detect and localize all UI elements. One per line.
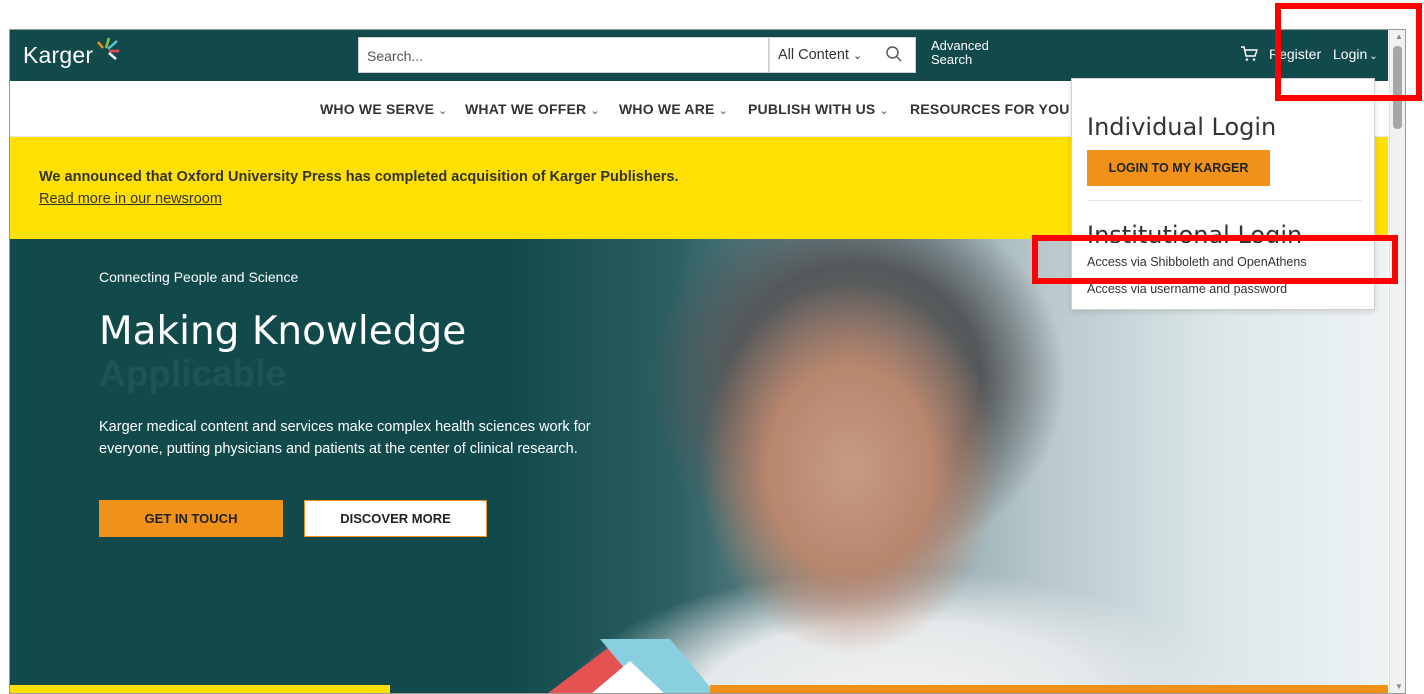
nav-label: WHO WE ARE <box>619 101 715 117</box>
search-input[interactable]: Search... <box>358 37 769 73</box>
divider <box>1087 200 1362 201</box>
get-in-touch-button[interactable]: GET IN TOUCH <box>99 500 283 537</box>
bottom-strip-yellow <box>10 685 390 693</box>
nav-item-resources-for-you[interactable]: RESOURCES FOR YOU <box>910 101 1070 117</box>
scroll-down-arrow-icon[interactable]: ▼ <box>1395 682 1403 691</box>
cart-icon[interactable] <box>1240 46 1258 62</box>
newsroom-link[interactable]: Read more in our newsroom <box>39 191 222 207</box>
nav-label: WHAT WE OFFER <box>465 101 587 117</box>
username-password-link[interactable]: Access via username and password <box>1087 282 1287 296</box>
nav-label: WHO WE SERVE <box>320 101 435 117</box>
advanced-search-link[interactable]: Advanced Search <box>931 39 989 67</box>
login-to-my-karger-button[interactable]: LOGIN TO MY KARGER <box>1087 150 1270 186</box>
search-scope-select[interactable]: All Content ⌄ <box>769 37 916 73</box>
nav-item-who-we-serve[interactable]: WHO WE SERVE ⌄ <box>320 101 448 117</box>
search-icon[interactable] <box>885 45 903 63</box>
scope-value: All Content <box>778 47 849 63</box>
announcement-text: We announced that Oxford University Pres… <box>39 169 679 185</box>
nav-label: RESOURCES FOR YOU <box>910 101 1070 117</box>
karger-logo-mark-icon <box>97 37 119 60</box>
advanced-search-line2: Search <box>931 52 973 67</box>
hero-body: Karger medical content and services make… <box>99 419 591 457</box>
discover-more-button[interactable]: DISCOVER MORE <box>304 500 487 537</box>
chevron-down-icon: ⌄ <box>438 105 448 117</box>
highlight-box-shibboleth <box>1032 235 1398 284</box>
chevron-down-icon: ⌄ <box>879 105 889 117</box>
nav-item-who-we-are[interactable]: WHO WE ARE ⌄ <box>619 101 728 117</box>
individual-login-heading: Individual Login <box>1087 113 1277 141</box>
nav-item-what-we-offer[interactable]: WHAT WE OFFER ⌄ <box>465 101 600 117</box>
chevron-down-icon: ⌄ <box>718 105 729 117</box>
hero-subtitle: Connecting People and Science <box>99 269 299 285</box>
chevron-down-icon: ⌄ <box>852 50 863 62</box>
highlight-box-login <box>1275 3 1422 101</box>
hero-title: Making Knowledge <box>99 309 467 354</box>
advanced-search-line1: Advanced <box>931 38 989 53</box>
hero-title-word: Applicable <box>99 353 287 394</box>
nav-label: PUBLISH WITH US <box>748 101 876 117</box>
nav-item-publish-with-us[interactable]: PUBLISH WITH US ⌄ <box>748 101 889 117</box>
top-bar: Karger Search... All Content ⌄ Advanced S… <box>10 30 1388 81</box>
karger-logo[interactable]: Karger <box>23 42 93 69</box>
chevron-down-icon: ⌄ <box>590 105 600 117</box>
page-scrollbar[interactable]: ▲ ▼ <box>1389 30 1405 693</box>
bottom-strip-orange <box>710 685 1388 693</box>
browser-viewport: Karger Search... All Content ⌄ Advanced S… <box>9 29 1406 694</box>
